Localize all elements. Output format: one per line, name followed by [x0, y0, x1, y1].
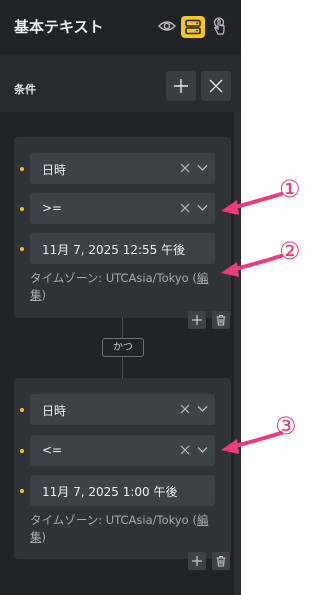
trash-icon	[216, 555, 226, 567]
callout-number-3: ③	[275, 412, 297, 440]
field-marker	[20, 167, 24, 171]
timezone-note: タイムゾーン: UTCAsia/Tokyo (編集)	[30, 512, 220, 546]
eye-icon[interactable]	[158, 19, 176, 33]
timezone-suffix: )	[41, 288, 47, 302]
layout-toggle-button[interactable]	[181, 16, 205, 38]
layout-rows-icon	[185, 19, 201, 35]
attribute-value: 日時	[42, 404, 67, 418]
pointer-hand-icon[interactable]	[211, 17, 227, 37]
datetime-input[interactable]: 11月 7, 2025 12:55 午後	[30, 233, 215, 264]
timezone-text: タイムゾーン: UTCAsia/Tokyo (	[30, 271, 197, 285]
delete-condition-button[interactable]	[212, 311, 230, 329]
attribute-select[interactable]: 日時	[30, 153, 215, 184]
clear-icon[interactable]	[180, 203, 190, 213]
attribute-value: 日時	[42, 163, 67, 177]
operator-value: >=	[42, 201, 63, 215]
chevron-down-icon[interactable]	[197, 446, 208, 454]
plus-icon	[192, 315, 202, 325]
panel-scrollbar[interactable]	[234, 112, 241, 595]
field-marker	[20, 207, 24, 211]
datetime-input[interactable]: 11月 7, 2025 1:00 午後	[30, 475, 215, 506]
clear-icon[interactable]	[180, 404, 190, 414]
field-marker	[20, 247, 24, 251]
timezone-text: タイムゾーン: UTCAsia/Tokyo (	[30, 513, 197, 527]
callout-number-2: ②	[279, 237, 301, 265]
field-marker	[20, 408, 24, 412]
datetime-value: 11月 7, 2025 12:55 午後	[42, 243, 186, 257]
panel-title: 基本テキスト	[14, 18, 104, 36]
timezone-note: タイムゾーン: UTCAsia/Tokyo (編集)	[30, 270, 220, 304]
conditions-label: 条件	[14, 83, 36, 96]
delete-condition-button[interactable]	[212, 552, 230, 570]
field-marker	[20, 449, 24, 453]
trash-icon	[216, 314, 226, 326]
and-operator-badge[interactable]: かつ	[102, 338, 144, 357]
clear-icon[interactable]	[180, 163, 190, 173]
remove-conditions-button[interactable]	[201, 71, 231, 101]
add-condition-button[interactable]	[166, 71, 196, 101]
timezone-suffix: )	[41, 530, 47, 544]
chevron-down-icon[interactable]	[197, 164, 208, 172]
clear-icon[interactable]	[180, 445, 190, 455]
panel-header: 基本テキスト	[0, 0, 241, 54]
callout-arrow	[221, 192, 283, 215]
add-field-button[interactable]	[188, 311, 206, 329]
chevron-down-icon[interactable]	[197, 405, 208, 413]
operator-select[interactable]: >=	[30, 193, 215, 224]
attribute-select[interactable]: 日時	[30, 394, 215, 425]
chevron-down-icon[interactable]	[197, 204, 208, 212]
datetime-value: 11月 7, 2025 1:00 午後	[42, 485, 178, 499]
plus-icon	[174, 79, 188, 93]
field-marker	[20, 489, 24, 493]
close-icon	[209, 79, 223, 93]
operator-select[interactable]: <=	[30, 435, 215, 466]
callout-number-1: ①	[279, 175, 301, 203]
operator-value: <=	[42, 443, 63, 457]
add-field-button[interactable]	[188, 552, 206, 570]
callout-arrow	[221, 254, 283, 277]
plus-icon	[192, 556, 202, 566]
